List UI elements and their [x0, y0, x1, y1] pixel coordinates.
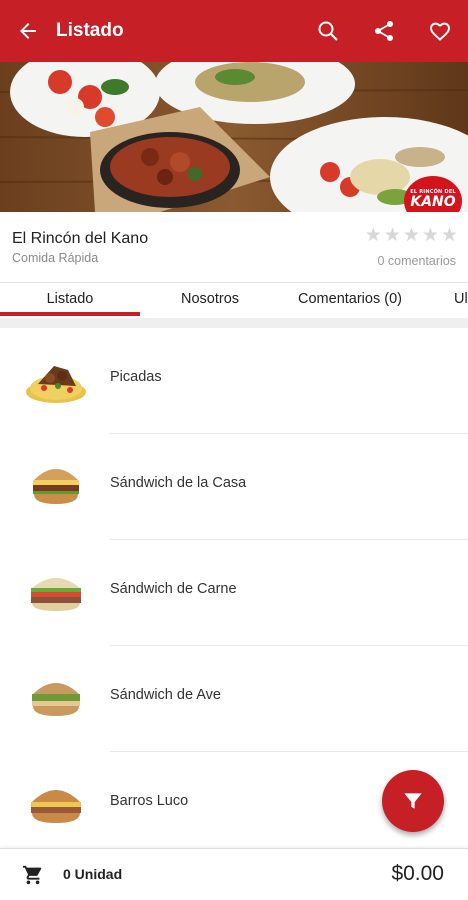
list-item[interactable]: Sándwich de Ave	[0, 646, 468, 752]
shopping-cart-icon	[22, 865, 42, 885]
comments-count[interactable]: 0 comentarios	[377, 254, 456, 268]
tab-comentarios[interactable]: Comentarios (0)	[280, 283, 420, 318]
favorite-button[interactable]	[412, 0, 468, 62]
filter-icon	[404, 793, 422, 809]
star-icon: ★	[440, 225, 458, 246]
cart-total: $0.00	[391, 862, 444, 885]
list-item-label: Barros Luco	[110, 793, 189, 809]
restaurant-info: El Rincón del Kano Comida Rápida ★ ★ ★ ★…	[0, 212, 468, 282]
share-button[interactable]	[356, 0, 412, 62]
search-icon	[318, 21, 338, 41]
list-item-label: Sándwich de Carne	[110, 581, 237, 597]
tab-nosotros[interactable]: Nosotros	[140, 283, 280, 318]
picadas-dish-image	[26, 366, 86, 403]
category-list: Picadas Sándwich de la Casa Sándwich de …	[0, 328, 468, 848]
barros-luco-sandwich-image	[31, 790, 81, 823]
filter-button[interactable]	[382, 770, 444, 832]
favorite-outline-icon	[429, 22, 451, 41]
cart-units: 0 Unidad	[63, 866, 123, 882]
restaurant-cover-image	[0, 62, 468, 212]
house-sandwich-image	[33, 469, 79, 504]
beef-sandwich-image	[31, 578, 81, 611]
list-item-label: Sándwich de Ave	[110, 687, 221, 703]
logo-big-text: KANO	[410, 194, 456, 210]
active-tab-indicator	[0, 312, 140, 316]
star-icon: ★	[402, 225, 420, 246]
star-icon: ★	[383, 225, 401, 246]
chicken-sandwich-image	[32, 683, 80, 716]
star-icon: ★	[364, 225, 382, 246]
app-bar: Listado	[0, 0, 468, 62]
tab-ubicacion[interactable]: Ul	[420, 283, 468, 318]
list-item[interactable]: Sándwich de Carne	[0, 540, 468, 646]
list-item[interactable]: Picadas	[0, 328, 468, 434]
back-button[interactable]	[0, 0, 56, 62]
cart-bar[interactable]: 0 Unidad $0.00	[0, 848, 468, 900]
star-icon: ★	[421, 225, 439, 246]
page-title: Listado	[56, 20, 124, 41]
list-item-label: Sándwich de la Casa	[110, 475, 247, 491]
list-item[interactable]: Sándwich de la Casa	[0, 434, 468, 540]
section-divider	[0, 318, 468, 328]
arrow-back-icon	[20, 23, 36, 39]
restaurant-category: Comida Rápida	[12, 251, 99, 265]
search-button[interactable]	[300, 0, 356, 62]
restaurant-name: El Rincón del Kano	[12, 230, 149, 247]
share-icon	[375, 21, 393, 41]
rating-stars[interactable]: ★ ★ ★ ★ ★	[365, 226, 458, 246]
list-item-label: Picadas	[110, 369, 162, 385]
